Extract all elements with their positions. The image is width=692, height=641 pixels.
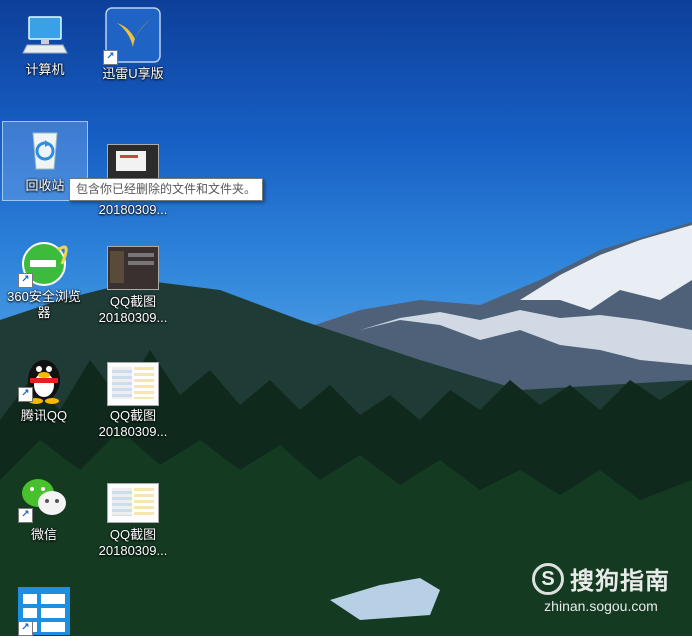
desktop-icon-360-browser[interactable]: ↗ 360安全浏览 器 (2, 238, 86, 321)
desktop-icon-label: 计算机 (25, 62, 65, 77)
desktop-icon-qq[interactable]: ↗ 腾讯QQ (2, 352, 86, 424)
desktop-icon-screenshot-4[interactable]: QQ截图 20180309... (91, 481, 175, 559)
desktop-icon-label: QQ截图 20180309... (98, 294, 168, 325)
recycle-bin-icon (21, 125, 69, 173)
desktop-icon-computer[interactable]: 计算机 (3, 11, 87, 78)
computer-icon (21, 11, 69, 59)
watermark-url: zhinan.sogou.com (544, 598, 658, 614)
desktop-icon-screenshot-3[interactable]: QQ截图 20180309... (91, 360, 175, 440)
sogou-logo-icon: S (532, 562, 564, 595)
desktop-icon-label: 迅雷U享版 (102, 66, 164, 81)
ie-360-browser-icon: ↗ (18, 238, 68, 288)
desktop-icon-wechat[interactable]: ↗ 微信 (2, 473, 86, 543)
desktop-icon-app-grid[interactable]: ↗ (2, 586, 86, 637)
screenshot-thumbnail-icon (107, 142, 159, 182)
wechat-icon: ↗ (18, 473, 68, 523)
shortcut-arrow-icon: ↗ (18, 387, 33, 402)
thunder-bird-icon: ↗ (103, 7, 161, 65)
desktop-icon-label: 20180309... (98, 202, 168, 217)
desktop-icon-label: QQ截图 20180309... (98, 527, 168, 558)
desktop-icon-screenshot-2[interactable]: QQ截图 20180309... (91, 244, 175, 326)
watermark-brand: 搜狗指南 (570, 568, 670, 595)
desktop-icon-label: 微信 (30, 527, 57, 542)
shortcut-arrow-icon: ↗ (18, 273, 33, 288)
shortcut-arrow-icon: ↗ (18, 508, 33, 523)
screenshot-thumbnail-icon (107, 244, 159, 290)
app-grid-icon: ↗ (18, 586, 70, 636)
desktop-icon-label: QQ截图 20180309... (98, 408, 168, 439)
shortcut-arrow-icon: ↗ (103, 50, 118, 65)
recycle-bin-tooltip: 包含你已经删除的文件和文件夹。 (69, 178, 264, 201)
screenshot-thumbnail-icon (107, 481, 159, 523)
desktop-icon-thunder[interactable]: ↗ 迅雷U享版 (91, 7, 175, 82)
screenshot-thumbnail-icon (107, 360, 159, 406)
qq-penguin-icon: ↗ (18, 352, 68, 404)
desktop-icon-label: 360安全浏览 器 (7, 289, 81, 320)
desktop-icon-label: 腾讯QQ (20, 408, 68, 423)
shortcut-arrow-icon: ↗ (18, 621, 33, 636)
sogou-watermark: S 搜狗指南 zhinan.sogou.com (532, 561, 670, 614)
